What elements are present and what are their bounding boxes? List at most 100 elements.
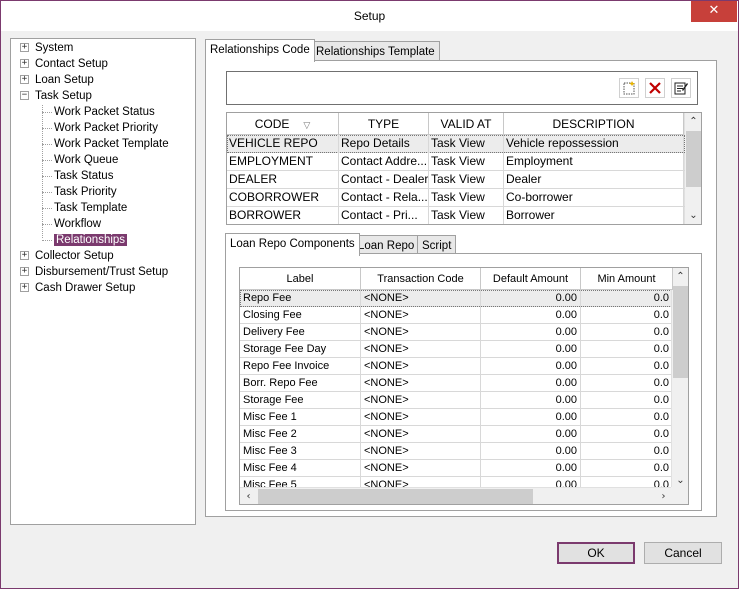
table-cell: COBORROWER (227, 189, 339, 207)
edit-button[interactable] (671, 78, 691, 98)
tree-connector (42, 112, 52, 113)
new-button[interactable] (619, 78, 639, 98)
tree-item-label: Work Packet Priority (54, 122, 158, 134)
column-header-default-amount[interactable]: Default Amount (481, 268, 581, 290)
components-grid-horizontal-scrollbar[interactable]: ‹ › (240, 487, 672, 504)
table-row[interactable]: Repo Fee Invoice <NONE> 0.00 0.0 (240, 358, 673, 375)
table-cell: Task View (429, 207, 504, 224)
table-cell: 0.0 (581, 324, 673, 341)
table-row[interactable]: Misc Fee 2 <NONE> 0.00 0.0 (240, 426, 673, 443)
table-row[interactable]: Repo Fee <NONE> 0.00 0.0 (240, 290, 673, 307)
column-header-label[interactable]: Label (240, 268, 361, 290)
table-row[interactable]: Storage Fee <NONE> 0.00 0.0 (240, 392, 673, 409)
expand-icon[interactable]: + (20, 283, 29, 292)
tree-item-cash-drawer-setup[interactable]: + Cash Drawer Setup (20, 280, 135, 296)
column-header-type[interactable]: TYPE (339, 113, 429, 135)
table-row[interactable]: COBORROWER Contact - Rela... Task View Co-b… (227, 189, 685, 207)
tree-item-label: Work Queue (54, 154, 119, 166)
scrollbar-thumb[interactable] (258, 489, 533, 504)
scrollbar-thumb[interactable] (673, 286, 688, 378)
table-row[interactable]: EMPLOYMENT Contact Addre... Task View Emplo… (227, 153, 685, 171)
tree-connector (42, 224, 52, 225)
scroll-left-arrow-icon[interactable]: ‹ (240, 488, 257, 504)
tree-item-label: Task Status (54, 170, 114, 182)
column-header-label: VALID AT (440, 117, 492, 131)
tree-item-work-packet-template[interactable]: Work Packet Template (42, 136, 169, 152)
tab-relationships-template[interactable]: Relationships Template (311, 41, 440, 62)
table-cell: Dealer (504, 171, 684, 189)
scroll-down-arrow-icon[interactable]: ⌄ (685, 207, 701, 224)
table-cell: 0.0 (581, 426, 673, 443)
tree-item-disbursement-trust-setup[interactable]: + Disbursement/Trust Setup (20, 264, 168, 280)
column-header-transaction-code[interactable]: Transaction Code (361, 268, 481, 290)
scroll-up-arrow-icon[interactable]: ⌃ (672, 268, 688, 285)
expand-icon[interactable]: + (20, 267, 29, 276)
tree-item-work-packet-priority[interactable]: Work Packet Priority (42, 120, 158, 136)
column-header-min-amount[interactable]: Min Amount (581, 268, 673, 290)
expand-icon[interactable]: + (20, 43, 29, 52)
tree-item-work-queue[interactable]: Work Queue (42, 152, 119, 168)
tree-item-loan-setup[interactable]: + Loan Setup (20, 72, 94, 88)
delete-button[interactable] (645, 78, 665, 98)
column-header-code[interactable]: CODE ▽ (227, 113, 339, 135)
table-cell: Contact Addre... (339, 153, 429, 171)
scrollbar-thumb[interactable] (686, 131, 701, 187)
tree-item-label: Contact Setup (35, 58, 108, 70)
tab-relationships-code[interactable]: Relationships Code (205, 39, 315, 62)
column-header-description[interactable]: DESCRIPTION (504, 113, 684, 135)
table-row[interactable]: VEHICLE REPO Repo Details Task View Vehicle… (227, 135, 685, 153)
table-cell: Repo Details (339, 135, 429, 153)
table-row[interactable]: Borr. Repo Fee <NONE> 0.00 0.0 (240, 375, 673, 392)
tree-item-label: Task Template (54, 202, 128, 214)
tree-item-task-priority[interactable]: Task Priority (42, 184, 117, 200)
tree-item-task-template[interactable]: Task Template (42, 200, 128, 216)
table-cell: <NONE> (361, 409, 481, 426)
table-row[interactable]: DEALER Contact - Dealer Task View Dealer (227, 171, 685, 189)
components-grid-vertical-scrollbar[interactable]: ⌃ ⌄ (671, 268, 688, 489)
tree-connector (42, 144, 52, 145)
table-cell: <NONE> (361, 375, 481, 392)
table-cell: DEALER (227, 171, 339, 189)
tree-item-workflow[interactable]: Workflow (42, 216, 101, 232)
column-header-label: TYPE (367, 117, 400, 131)
tab-loan-repo-components[interactable]: Loan Repo Components (225, 233, 360, 256)
table-row[interactable]: Closing Fee <NONE> 0.00 0.0 (240, 307, 673, 324)
expand-icon[interactable]: + (20, 75, 29, 84)
scroll-up-arrow-icon[interactable]: ⌃ (685, 113, 701, 130)
ok-button[interactable]: OK (557, 542, 635, 564)
tree-item-task-setup[interactable]: − Task Setup (20, 88, 92, 104)
table-cell: Misc Fee 1 (240, 409, 361, 426)
table-row[interactable]: Misc Fee 1 <NONE> 0.00 0.0 (240, 409, 673, 426)
table-cell: <NONE> (361, 443, 481, 460)
table-cell: Misc Fee 2 (240, 426, 361, 443)
tree-item-work-packet-status[interactable]: Work Packet Status (42, 104, 155, 120)
table-row[interactable]: Delivery Fee <NONE> 0.00 0.0 (240, 324, 673, 341)
table-cell: Storage Fee (240, 392, 361, 409)
close-button[interactable]: ✕ (691, 1, 737, 22)
table-cell: Vehicle repossession (504, 135, 684, 153)
tree-item-relationships[interactable]: Relationships (42, 232, 128, 248)
tree-item-label: Task Priority (54, 186, 117, 198)
tree-item-collector-setup[interactable]: + Collector Setup (20, 248, 114, 264)
table-row[interactable]: Storage Fee Day <NONE> 0.00 0.0 (240, 341, 673, 358)
collapse-icon[interactable]: − (20, 91, 29, 100)
table-row[interactable]: BORROWER Contact - Pri... Task View Borrowe… (227, 207, 685, 224)
scroll-right-arrow-icon[interactable]: › (655, 488, 672, 504)
tree-item-task-status[interactable]: Task Status (42, 168, 114, 184)
column-header-valid-at[interactable]: VALID AT (429, 113, 504, 135)
table-cell: Storage Fee Day (240, 341, 361, 358)
codes-grid-vertical-scrollbar[interactable]: ⌃ ⌄ (684, 113, 701, 224)
table-cell: <NONE> (361, 307, 481, 324)
table-cell: Borrower (504, 207, 684, 224)
setup-tree[interactable]: + System + Contact Setup + Loan Setup − Task Se… (10, 38, 196, 525)
tree-connector (42, 192, 52, 193)
table-row[interactable]: Misc Fee 4 <NONE> 0.00 0.0 (240, 460, 673, 477)
tree-item-system[interactable]: + System (20, 40, 73, 56)
table-row[interactable]: Misc Fee 3 <NONE> 0.00 0.0 (240, 443, 673, 460)
delete-icon (649, 82, 661, 94)
expand-icon[interactable]: + (20, 251, 29, 260)
tree-item-contact-setup[interactable]: + Contact Setup (20, 56, 108, 72)
cancel-button[interactable]: Cancel (644, 542, 722, 564)
table-cell: <NONE> (361, 358, 481, 375)
expand-icon[interactable]: + (20, 59, 29, 68)
